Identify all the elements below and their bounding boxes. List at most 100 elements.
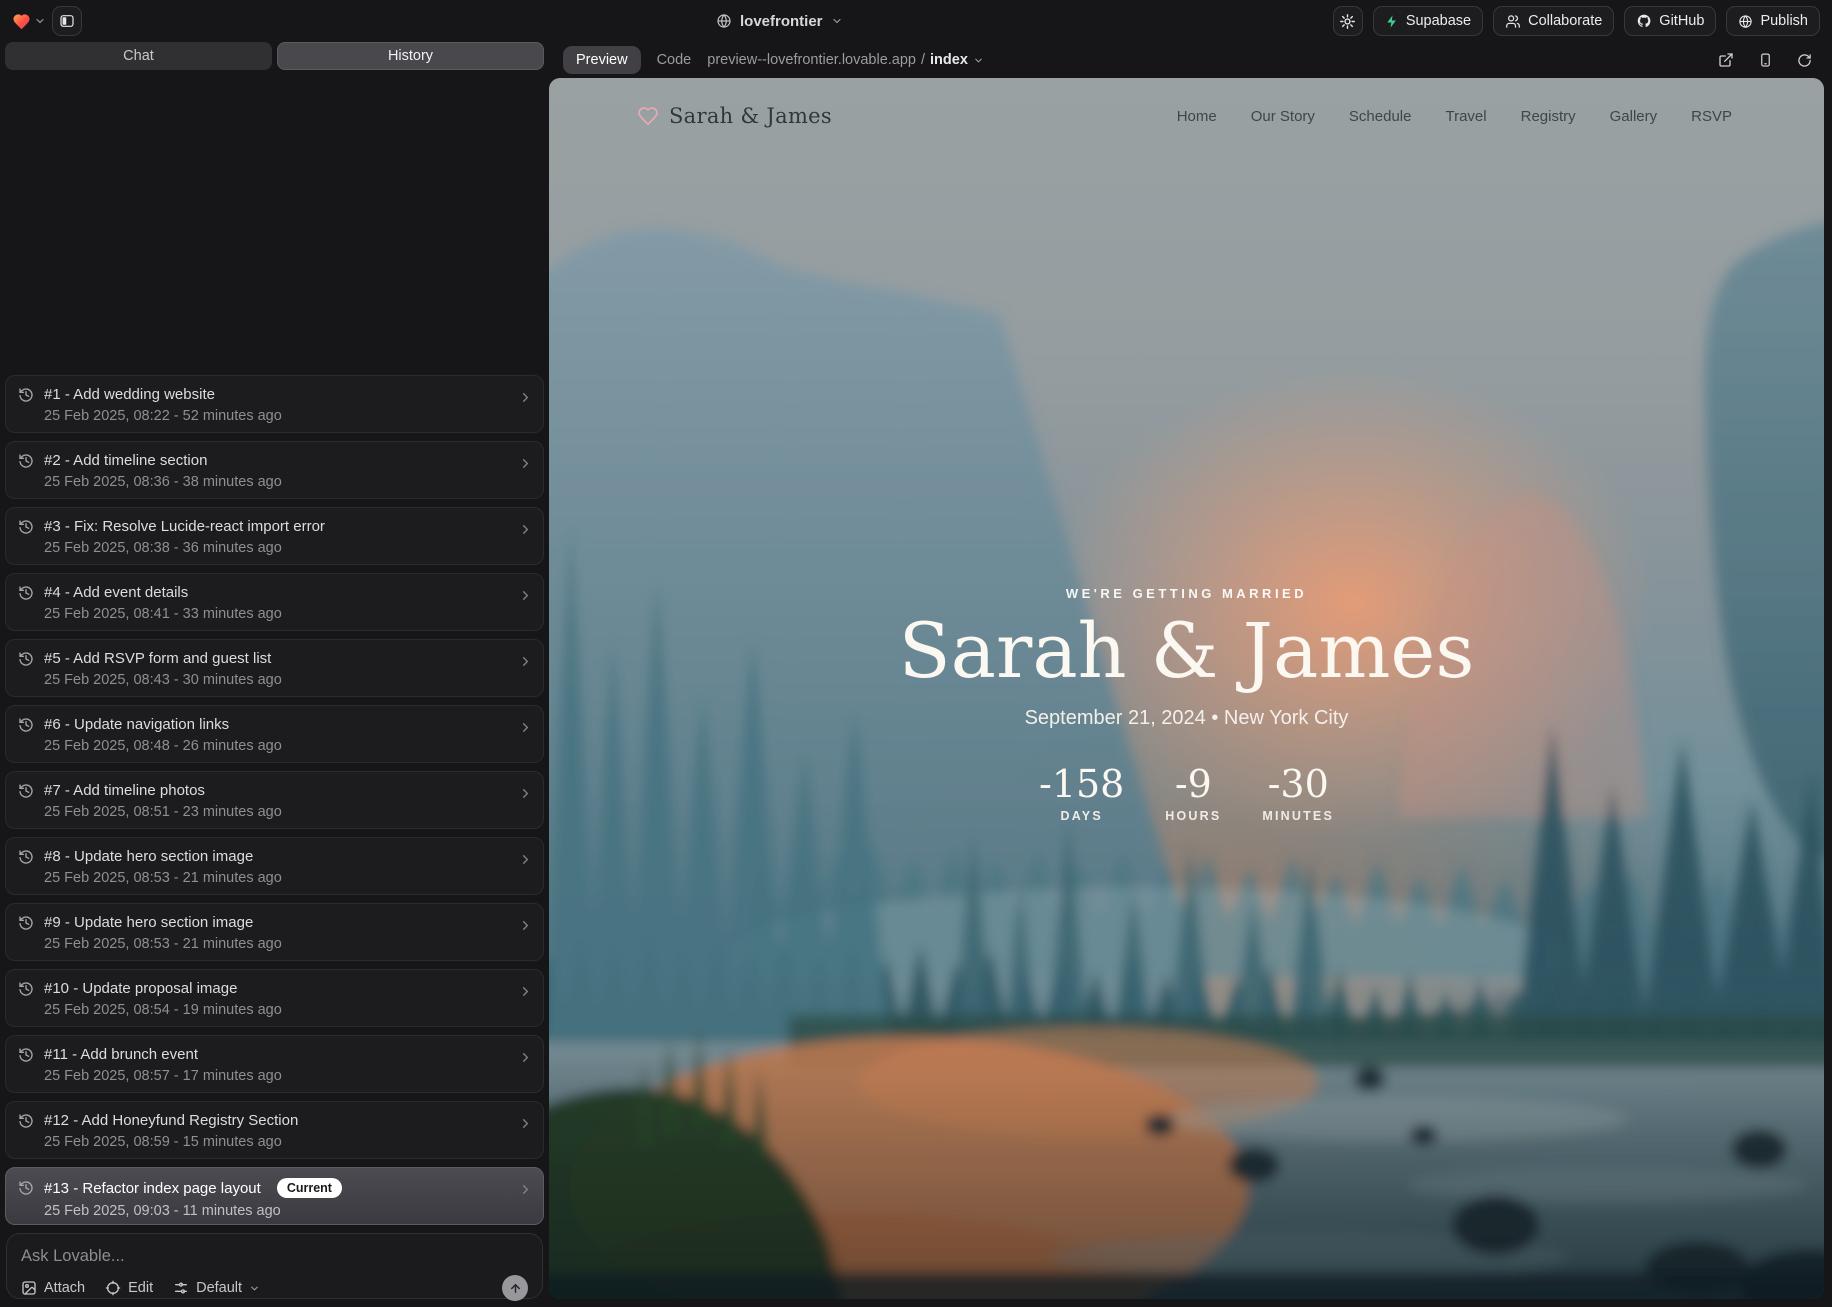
mobile-view-button[interactable] [1758, 52, 1773, 68]
chevron-down-icon [249, 1283, 260, 1294]
chevron-right-icon[interactable] [518, 918, 533, 933]
site-brand-name: Sarah & James [669, 104, 832, 128]
history-clock-icon [18, 1113, 34, 1129]
publish-label: Publish [1760, 13, 1808, 29]
history-item[interactable]: #3 - Fix: Resolve Lucide-react import er… [5, 507, 544, 565]
history-item[interactable]: #10 - Update proposal image 25 Feb 2025,… [5, 969, 544, 1027]
nav-link[interactable]: Travel [1445, 108, 1486, 125]
settings-button[interactable] [1333, 6, 1363, 36]
preview-toolbar: Preview Code preview--lovefrontier.lovab… [549, 42, 1824, 78]
chevron-down-icon [973, 55, 984, 66]
github-button[interactable]: GitHub [1624, 6, 1716, 36]
history-item-title: #7 - Add timeline photos [44, 782, 205, 799]
tab-preview[interactable]: Preview [563, 46, 641, 74]
mode-label: Default [196, 1280, 242, 1296]
chevron-down-icon [34, 15, 46, 27]
history-item[interactable]: #13 - Refactor index page layout Current… [5, 1167, 544, 1225]
chevron-right-icon[interactable] [518, 1182, 533, 1197]
site-header: Sarah & James Home Our Story Schedule Trave… [549, 78, 1824, 128]
history-item[interactable]: #5 - Add RSVP form and guest list 25 Feb… [5, 639, 544, 697]
history-item-title: #12 - Add Honeyfund Registry Section [44, 1112, 298, 1129]
open-external-button[interactable] [1718, 52, 1734, 68]
chevron-right-icon[interactable] [518, 390, 533, 405]
chevron-right-icon[interactable] [518, 852, 533, 867]
tab-code[interactable]: Code [657, 52, 692, 68]
history-item[interactable]: #12 - Add Honeyfund Registry Section 25 … [5, 1101, 544, 1159]
github-icon [1636, 13, 1652, 29]
history-list: #1 - Add wedding website 25 Feb 2025, 08… [5, 76, 544, 1225]
history-item[interactable]: #8 - Update hero section image 25 Feb 20… [5, 837, 544, 895]
history-item-title: #8 - Update hero section image [44, 848, 253, 865]
external-link-icon [1718, 52, 1734, 68]
chevron-right-icon[interactable] [518, 654, 533, 669]
history-clock-icon [18, 387, 34, 403]
project-switcher[interactable]: lovefrontier [716, 0, 843, 42]
countdown-label: MINUTES [1262, 809, 1334, 823]
github-label: GitHub [1659, 13, 1704, 29]
site-nav: Home Our Story Schedule Travel Registry Galle… [1177, 108, 1732, 125]
chevron-right-icon[interactable] [518, 786, 533, 801]
history-item-meta: 25 Feb 2025, 09:03 - 11 minutes ago [44, 1203, 509, 1219]
chevron-down-icon [831, 15, 843, 27]
history-item[interactable]: #6 - Update navigation links 25 Feb 2025… [5, 705, 544, 763]
chat-input[interactable]: Ask Lovable... [21, 1247, 528, 1266]
history-clock-icon [18, 717, 34, 733]
history-item-meta: 25 Feb 2025, 08:59 - 15 minutes ago [44, 1134, 509, 1150]
preview-url[interactable]: preview--lovefrontier.lovable.app / inde… [707, 52, 984, 68]
lovable-logo-menu[interactable] [12, 13, 46, 30]
hero-section: WE'RE GETTING MARRIED Sarah & James Sept… [549, 586, 1824, 823]
nav-link[interactable]: Our Story [1251, 108, 1315, 125]
history-item[interactable]: #9 - Update hero section image 25 Feb 20… [5, 903, 544, 961]
publish-button[interactable]: Publish [1726, 6, 1820, 36]
history-item-title: #10 - Update proposal image [44, 980, 237, 997]
edit-mode-button[interactable]: Edit [105, 1280, 153, 1296]
nav-link[interactable]: Gallery [1610, 108, 1658, 125]
history-item[interactable]: #7 - Add timeline photos 25 Feb 2025, 08… [5, 771, 544, 829]
nav-link[interactable]: Registry [1521, 108, 1576, 125]
history-item[interactable]: #11 - Add brunch event 25 Feb 2025, 08:5… [5, 1035, 544, 1093]
history-clock-icon [18, 783, 34, 799]
collaborate-button[interactable]: Collaborate [1493, 6, 1614, 36]
send-arrow-icon [509, 1282, 522, 1295]
countdown-value: -30 [1262, 762, 1334, 806]
nav-link[interactable]: Schedule [1349, 108, 1412, 125]
history-item[interactable]: #4 - Add event details 25 Feb 2025, 08:4… [5, 573, 544, 631]
supabase-button[interactable]: Supabase [1373, 6, 1483, 36]
chevron-right-icon[interactable] [518, 1116, 533, 1131]
chevron-right-icon[interactable] [518, 1050, 533, 1065]
site-brand[interactable]: Sarah & James [637, 104, 832, 128]
countdown-unit: -30 MINUTES [1262, 762, 1334, 823]
chevron-right-icon[interactable] [518, 984, 533, 999]
chevron-right-icon[interactable] [518, 456, 533, 471]
chevron-right-icon[interactable] [518, 720, 533, 735]
nav-link[interactable]: Home [1177, 108, 1217, 125]
countdown-label: HOURS [1158, 809, 1228, 823]
history-item-title: #6 - Update navigation links [44, 716, 229, 733]
countdown-label: DAYS [1039, 809, 1124, 823]
tab-chat[interactable]: Chat [5, 42, 272, 70]
history-item[interactable]: #2 - Add timeline section 25 Feb 2025, 0… [5, 441, 544, 499]
sliders-icon [173, 1280, 189, 1296]
tab-history[interactable]: History [277, 42, 544, 70]
model-selector[interactable]: Default [173, 1280, 260, 1296]
edit-target-icon [105, 1280, 121, 1296]
attach-button[interactable]: Attach [21, 1280, 85, 1296]
chevron-right-icon[interactable] [518, 522, 533, 537]
send-button[interactable] [502, 1275, 528, 1301]
history-item-meta: 25 Feb 2025, 08:38 - 36 minutes ago [44, 540, 509, 556]
countdown-unit: -9HOURS [1158, 762, 1228, 823]
chevron-right-icon[interactable] [518, 588, 533, 603]
toggle-sidebar-button[interactable] [52, 6, 82, 36]
refresh-button[interactable] [1797, 53, 1812, 68]
nav-link[interactable]: RSVP [1691, 108, 1732, 125]
history-item[interactable]: #1 - Add wedding website 25 Feb 2025, 08… [5, 375, 544, 433]
history-item-meta: 25 Feb 2025, 08:41 - 33 minutes ago [44, 606, 509, 622]
supabase-label: Supabase [1406, 13, 1471, 29]
lovable-heart-icon [12, 13, 31, 30]
edit-label: Edit [128, 1280, 153, 1296]
preview-panel: Preview Code preview--lovefrontier.lovab… [549, 42, 1832, 1307]
history-item-meta: 25 Feb 2025, 08:53 - 21 minutes ago [44, 936, 509, 952]
history-item-title: #5 - Add RSVP form and guest list [44, 650, 271, 667]
countdown-value: -158 [1039, 762, 1124, 806]
url-page: index [930, 52, 968, 68]
